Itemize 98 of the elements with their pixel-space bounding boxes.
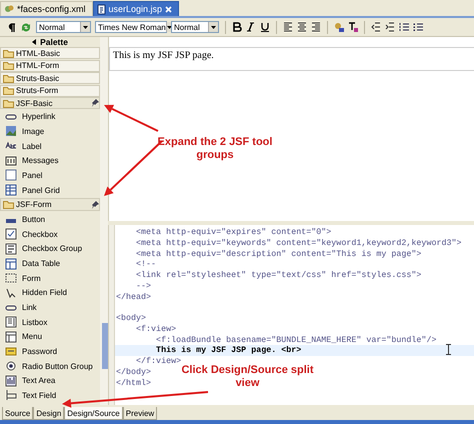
view-tab[interactable]: Design/Source (64, 407, 123, 420)
code-line: <meta http-equiv="keywords" content="keyword1,keyword2,keyword3"> (135, 238, 462, 248)
collapse-icon[interactable] (32, 39, 36, 45)
highlight-color-icon[interactable] (334, 22, 344, 32)
palette-item[interactable]: Hidden Field (0, 286, 100, 300)
palette-item[interactable]: Password (0, 344, 100, 359)
component-icon (5, 228, 17, 240)
size-select[interactable]: Normal (171, 21, 219, 33)
palette-title: Palette (40, 37, 68, 47)
code-line: <f:loadBundle basename="BUNDLE_NAME_HERE" var="bundle"/> (155, 334, 436, 344)
component-icon (5, 389, 17, 402)
code-line: <meta http-equiv="expires" content="0"> (135, 227, 332, 237)
pin-icon[interactable] (92, 200, 99, 209)
code-line: <f:view> (135, 324, 176, 334)
annotation-text: Click Design/Source split view (180, 364, 315, 390)
text-cursor-icon (446, 344, 451, 355)
palette-item[interactable]: Button (0, 212, 100, 227)
close-icon[interactable] (165, 6, 172, 12)
folder-icon (3, 48, 14, 58)
outdent-icon[interactable] (371, 22, 381, 32)
refresh-icon[interactable] (20, 22, 32, 32)
palette-item[interactable]: Data Table (0, 256, 100, 271)
caret-icon (211, 26, 216, 28)
align-left-icon[interactable] (283, 22, 293, 32)
file-icon (96, 4, 106, 14)
palette-item[interactable]: Panel Grid (0, 182, 100, 198)
pin-icon[interactable] (92, 99, 99, 107)
view-tab[interactable]: Preview (122, 407, 158, 420)
numbered-list-icon[interactable] (399, 22, 409, 32)
palette-item[interactable]: Text Area (0, 373, 100, 388)
bold-icon[interactable] (232, 22, 242, 32)
palette-item[interactable]: Hyperlink (0, 110, 100, 124)
code-line: <body> (116, 313, 146, 323)
code-line: </html> (116, 378, 152, 388)
code-line: </body> (116, 366, 152, 377)
folder-icon (3, 74, 14, 82)
component-icon (5, 286, 17, 299)
palette-item[interactable]: Checkbox Group (0, 242, 100, 256)
component-icon (5, 154, 17, 167)
component-icon (5, 184, 17, 196)
palette-item[interactable]: Form (0, 270, 100, 286)
palette-group[interactable]: JSF-Basic (0, 97, 100, 109)
component-icon (5, 272, 17, 284)
palette-item[interactable]: Panel (0, 168, 100, 183)
palette-group[interactable]: Struts-Basic (0, 72, 100, 84)
align-right-icon[interactable] (311, 22, 321, 32)
editor-tab[interactable]: *faces-config.xml (0, 1, 93, 16)
underline-icon[interactable] (260, 22, 270, 32)
palette-group[interactable]: HTML-Form (0, 60, 100, 72)
palette-item[interactable]: Messages (0, 153, 100, 168)
scrollbar[interactable] (100, 37, 108, 405)
editor-tab[interactable]: userLogin.jsp (92, 1, 180, 16)
page-text: This is my JSF JSP page. (109, 47, 474, 71)
palette-item[interactable]: Radio Button Group (0, 358, 100, 374)
palette-group[interactable]: HTML-Basic (0, 47, 100, 59)
indent-icon[interactable] (385, 22, 395, 32)
style-select[interactable]: Normal (36, 21, 91, 33)
code-line: <!-- (135, 259, 156, 270)
code-line: <link rel="stylesheet" type="text/css" href="styles.css"> (135, 270, 422, 280)
palette-item[interactable]: Label (0, 138, 100, 154)
caret-icon (83, 26, 88, 28)
code-line: </f:view> (135, 356, 182, 366)
palette-group[interactable]: JSF-Form (0, 198, 100, 212)
align-center-icon[interactable] (297, 22, 307, 32)
palette-item[interactable]: Listbox (0, 314, 100, 330)
folder-icon (3, 86, 14, 95)
folder-icon (3, 98, 14, 108)
arrow (104, 104, 158, 132)
component-icon (5, 169, 17, 182)
italic-icon[interactable] (246, 22, 256, 32)
palette-group[interactable]: Struts-Form (0, 84, 100, 96)
component-icon (5, 374, 17, 387)
code-line: <meta http-equiv="description" content="This is my page"> (135, 248, 422, 258)
palette-item[interactable]: Link (0, 300, 100, 315)
text-color-icon[interactable] (348, 22, 358, 32)
view-tab[interactable]: Design (33, 407, 64, 420)
scroll-thumb[interactable] (102, 323, 108, 369)
code-line: This is my JSF JSP page. <br> (155, 345, 302, 356)
bullet-list-icon[interactable] (413, 22, 423, 32)
component-icon (5, 125, 17, 138)
paragraph-icon[interactable] (6, 22, 16, 32)
code-line: </head> (116, 292, 152, 302)
palette-item[interactable]: Menu (0, 329, 100, 344)
folder-icon (3, 200, 14, 210)
palette-item[interactable]: Checkbox (0, 226, 100, 242)
component-icon (5, 258, 17, 270)
component-icon (5, 242, 17, 255)
view-tab[interactable]: Source (2, 407, 34, 420)
component-icon (5, 360, 17, 372)
palette-item[interactable]: Image (0, 124, 100, 139)
folder-icon (3, 61, 14, 70)
annotation-text: Expand the 2 JSF tool groups (156, 136, 274, 162)
code-line: --> (135, 280, 152, 291)
caret-icon (166, 26, 172, 28)
component-icon (5, 345, 17, 358)
palette-item[interactable]: Text Field (0, 388, 100, 403)
component-icon (5, 330, 17, 343)
component-icon (5, 316, 17, 328)
